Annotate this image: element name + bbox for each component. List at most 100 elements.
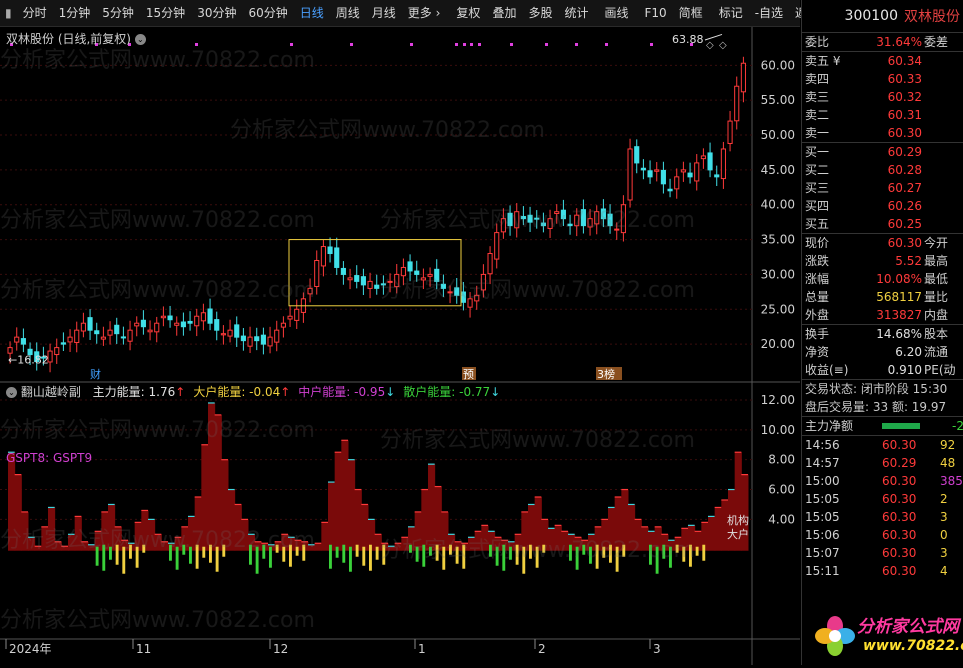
candle-body bbox=[274, 329, 280, 343]
candle-body bbox=[700, 155, 706, 160]
candle-body bbox=[287, 315, 293, 320]
toolbar-item-4[interactable]: 30分钟 bbox=[191, 0, 242, 26]
candle-body bbox=[74, 329, 80, 344]
watermark-text: 分析家公式网www.70822.com bbox=[380, 208, 695, 233]
candle-body bbox=[107, 329, 113, 336]
signal-dot bbox=[350, 43, 353, 46]
candle-body bbox=[494, 232, 500, 260]
event-marker: 财 bbox=[90, 367, 101, 381]
candle-body bbox=[207, 308, 213, 324]
net-flow-row: 主力净额 -2 bbox=[802, 417, 963, 435]
net-flow-label: 主力净额 bbox=[805, 419, 854, 433]
toolbar-item-12[interactable]: 多股 bbox=[522, 0, 558, 26]
candle-body bbox=[94, 330, 100, 335]
candle-body bbox=[200, 312, 206, 322]
stat-row: 净资 6.20 流通 bbox=[805, 345, 949, 359]
candle-body bbox=[740, 62, 746, 93]
energy-bar bbox=[342, 544, 346, 563]
toolbar-item-11[interactable]: 叠加 bbox=[486, 0, 522, 26]
weibi-label: 委比 bbox=[805, 35, 830, 49]
candle-body bbox=[174, 322, 180, 326]
toolbar-item-13[interactable]: 统计 bbox=[558, 0, 594, 26]
toolbar-item-7[interactable]: 周线 bbox=[330, 0, 366, 26]
period-toolbar: ▮ 分时 1分钟 5分钟 15分钟 30分钟 60分钟 日线 周线 月线 更多 › 复权 叠加 多股 统计画… bbox=[0, 0, 819, 27]
toolbar-item-0[interactable]: 分时 bbox=[17, 0, 53, 26]
candle-body bbox=[400, 266, 406, 277]
indicator-axis-label: 10.00 bbox=[761, 423, 795, 437]
signal-dot bbox=[605, 43, 608, 46]
tick-row: 14:56 60.30 92 bbox=[805, 438, 956, 452]
signal-dot bbox=[510, 43, 513, 46]
toolbar-item-8[interactable]: 月线 bbox=[366, 0, 402, 26]
candle-body bbox=[160, 315, 166, 319]
tick-row: 15:05 60.30 2 bbox=[805, 492, 948, 506]
price-axis-label: 30.00 bbox=[761, 267, 795, 281]
energy-bar bbox=[362, 546, 366, 566]
stat-row: 现价 60.30 今开 bbox=[805, 236, 949, 250]
tick-row: 15:07 60.30 3 bbox=[805, 546, 948, 560]
toolbar-item-17[interactable]: 标记 bbox=[713, 0, 749, 26]
candle-body bbox=[80, 322, 86, 332]
signal-dot bbox=[650, 43, 653, 46]
candle-body bbox=[667, 188, 673, 192]
toolbar-item-10[interactable]: 复权 bbox=[450, 0, 486, 26]
toolbar-item-9[interactable]: 更多 › bbox=[402, 0, 447, 26]
net-flow-bar bbox=[882, 423, 920, 429]
toolbar-item-16[interactable]: 简框 bbox=[673, 0, 709, 26]
stock-header: 300100 双林股份 bbox=[802, 0, 963, 33]
bid-row: 买五 60.25 bbox=[805, 217, 922, 231]
toolbar-item-14[interactable]: 画线 bbox=[598, 0, 634, 26]
candle-body bbox=[720, 148, 726, 180]
candle-body bbox=[60, 342, 66, 345]
chevron-down-icon[interactable]: ⌄ bbox=[134, 34, 146, 45]
ask-list: 卖五 ¥60.34 卖四 60.33 卖三 60.32 卖二 60.31 卖一 60.30 bbox=[802, 52, 963, 142]
menu-icon[interactable]: ▮ bbox=[0, 0, 17, 26]
toolbar-item-2[interactable]: 5分钟 bbox=[96, 0, 140, 26]
energy-bar bbox=[329, 544, 332, 569]
toolbar-item-6[interactable]: 日线 bbox=[294, 0, 330, 26]
tick-row: 15:0060.303850 bbox=[805, 474, 963, 488]
energy-bar bbox=[349, 546, 352, 572]
toolbar-item-5[interactable]: 60分钟 bbox=[242, 0, 293, 26]
diamond-icon: ◇ bbox=[719, 40, 727, 51]
toolbar-item-1[interactable]: 1分钟 bbox=[53, 0, 97, 26]
candle-body bbox=[627, 148, 633, 201]
candle-body bbox=[487, 253, 493, 275]
candle-body bbox=[154, 322, 160, 333]
bid-row: 买一 60.29 bbox=[805, 145, 922, 159]
price-chart[interactable]: 60.00 55.00 50.00 45.00 40.00 35.00 30.00 25.00… bbox=[0, 27, 800, 665]
ask-row: 卖四 60.33 bbox=[805, 72, 922, 86]
main-force-bar bbox=[361, 504, 369, 551]
price-axis-label: 20.00 bbox=[761, 337, 795, 351]
date-axis-label: 1 bbox=[418, 642, 426, 656]
event-marker: 预 bbox=[463, 368, 474, 381]
main-force-bar bbox=[354, 489, 362, 551]
date-axis-label: 11 bbox=[136, 642, 151, 656]
indicator-axis-label: 8.00 bbox=[768, 453, 795, 467]
watermark-text: 分析家公式网www.70822.com bbox=[0, 208, 315, 233]
candle-body bbox=[67, 336, 73, 343]
candle-body bbox=[327, 246, 333, 255]
indicator-arrow-icon: ↓ bbox=[490, 385, 501, 399]
chevron-down-icon[interactable]: ⌄ bbox=[6, 387, 17, 398]
indicator-axis-label: 4.00 bbox=[768, 512, 795, 526]
candle-body bbox=[340, 267, 346, 275]
candle-body bbox=[127, 329, 133, 342]
stat-row: 涨跌 5.52 最高 bbox=[805, 254, 949, 268]
toolbar-item-18[interactable]: -自选 bbox=[749, 0, 789, 26]
toolbar-item-15[interactable]: F10 bbox=[639, 0, 673, 26]
signal-dot bbox=[410, 43, 413, 46]
toolbar-item-3[interactable]: 15分钟 bbox=[140, 0, 191, 26]
date-axis-label: 2024年 bbox=[9, 642, 52, 656]
candle-body bbox=[320, 246, 326, 267]
candle-body bbox=[167, 315, 173, 321]
candle-body bbox=[367, 280, 373, 289]
bid-list: 买一 60.29 买二 60.28 买三 60.27 买四 60.26 买五 60.25 bbox=[802, 143, 963, 233]
candle-body bbox=[260, 334, 266, 345]
watermark-text: 分析家公式网www.70822.com bbox=[0, 48, 315, 73]
candle-body bbox=[640, 167, 646, 171]
stats2-list: 换手 14.68% 股本 净资 6.20 流通 收益(≡) 0.910 PE(动 bbox=[802, 325, 963, 379]
candle-body bbox=[634, 146, 640, 164]
tick-row: 15:05 60.30 3 bbox=[805, 510, 948, 524]
net-flow-value: -2 bbox=[952, 419, 963, 433]
